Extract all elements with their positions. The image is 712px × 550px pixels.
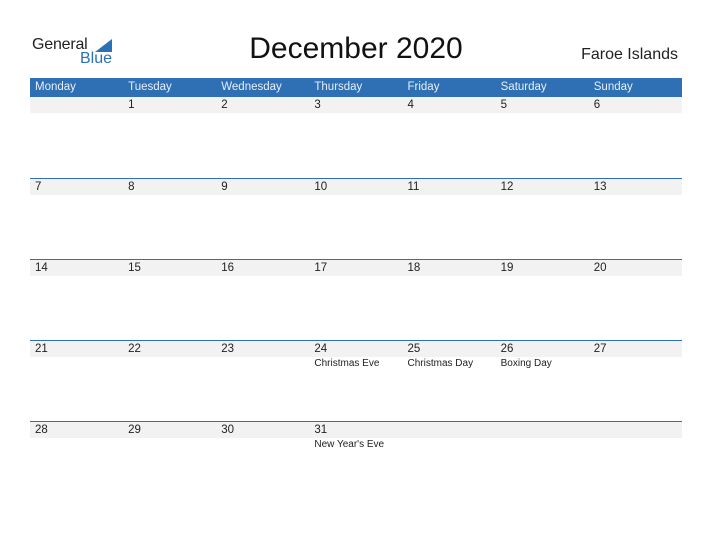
day-number: 21 [35, 343, 48, 355]
day-number: 27 [593, 343, 607, 355]
day-cell [589, 422, 682, 451]
weekday-saturday: Saturday [500, 81, 547, 93]
day-number: 12 [500, 181, 514, 193]
day-cell: 4 [403, 97, 496, 113]
day-number [35, 97, 123, 113]
day-cell: 18 [403, 260, 496, 276]
weekday-thursday: Thursday [314, 81, 363, 93]
day-cell: 1 [123, 97, 216, 113]
weekday-wednesday: Wednesday [221, 81, 282, 93]
day-number: 3 [314, 99, 321, 111]
day-number: 16 [221, 262, 235, 274]
day-cell: 26 Boxing Day [496, 341, 589, 370]
day-cell: 17 [309, 260, 402, 276]
day-number [408, 422, 496, 438]
day-number: 15 [128, 262, 141, 274]
day-number: 24 [314, 343, 328, 355]
weekday-tuesday: Tuesday [128, 81, 172, 93]
day-cell: 2 [216, 97, 309, 113]
day-cell: 3 [309, 97, 402, 113]
day-number [501, 422, 589, 438]
day-number: 26 [500, 343, 514, 355]
day-cell: 16 [216, 260, 309, 276]
day-cell: 25 Christmas Day [403, 341, 496, 370]
day-number: 10 [314, 181, 328, 193]
day-cell: 5 [496, 97, 589, 113]
day-cell: 12 [496, 179, 589, 195]
week-row: 14 15 16 17 18 19 20 [30, 259, 682, 340]
day-number: 22 [128, 343, 141, 355]
day-number: 8 [128, 181, 135, 193]
weekday-monday: Monday [35, 81, 76, 93]
day-number: 23 [221, 343, 235, 355]
weekday-header: Monday Tuesday Wednesday Thursday Friday… [30, 78, 682, 97]
holiday-label: Boxing Day [500, 358, 552, 369]
day-number: 30 [221, 424, 235, 436]
day-number: 2 [221, 99, 228, 111]
day-cell: 9 [216, 179, 309, 195]
holiday-label: Christmas Day [407, 358, 474, 369]
day-cell: 8 [123, 179, 216, 195]
day-cell [403, 422, 496, 451]
holiday-label: Christmas Eve [314, 358, 380, 369]
day-cell: 10 [309, 179, 402, 195]
day-number: 19 [500, 262, 514, 274]
day-number [594, 422, 682, 438]
day-number: 25 [407, 343, 421, 355]
day-number: 9 [221, 181, 228, 193]
day-cell: 24 Christmas Eve [309, 341, 402, 370]
day-number: 11 [407, 181, 420, 193]
day-cell: 6 [589, 97, 682, 113]
day-number: 28 [35, 424, 48, 436]
day-number: 20 [593, 262, 607, 274]
day-cell: 19 [496, 260, 589, 276]
week-row: 7 8 9 10 11 12 13 [30, 178, 682, 259]
day-cell: 30 [216, 422, 309, 451]
day-cell: 21 [30, 341, 123, 370]
day-cell: 13 [589, 179, 682, 195]
day-number: 1 [128, 99, 135, 111]
week-row: 1 2 3 4 5 6 [30, 96, 682, 177]
day-cell [496, 422, 589, 451]
day-number: 13 [593, 181, 607, 193]
day-number: 29 [128, 424, 141, 436]
day-number: 31 [314, 424, 328, 436]
day-cell: 31 New Year's Eve [309, 422, 402, 451]
day-number: 17 [314, 262, 328, 274]
week-row: 21 22 23 24 Christmas Eve 25 Christmas Day 26 Bo… [30, 340, 682, 421]
day-cell: 14 [30, 260, 123, 276]
day-number: 18 [407, 262, 421, 274]
day-cell: 15 [123, 260, 216, 276]
day-cell: 20 [589, 260, 682, 276]
day-cell [30, 97, 123, 113]
weekday-sunday: Sunday [593, 81, 633, 93]
day-cell: 29 [123, 422, 216, 451]
day-cell: 11 [403, 179, 496, 195]
day-number: 4 [407, 99, 414, 111]
day-number: 14 [35, 262, 48, 274]
day-number: 7 [35, 181, 42, 193]
day-number: 5 [500, 99, 508, 111]
day-cell: 27 [589, 341, 682, 370]
day-number: 6 [593, 99, 601, 111]
day-cell: 7 [30, 179, 123, 195]
day-cell: 28 [30, 422, 123, 451]
week-row: 28 29 30 31 New Year's Eve [30, 421, 682, 502]
holiday-label: New Year's Eve [314, 439, 385, 450]
country-name: Faroe Islands [581, 46, 678, 63]
weekday-friday: Friday [407, 81, 440, 93]
day-cell: 22 [123, 341, 216, 370]
day-cell: 23 [216, 341, 309, 370]
